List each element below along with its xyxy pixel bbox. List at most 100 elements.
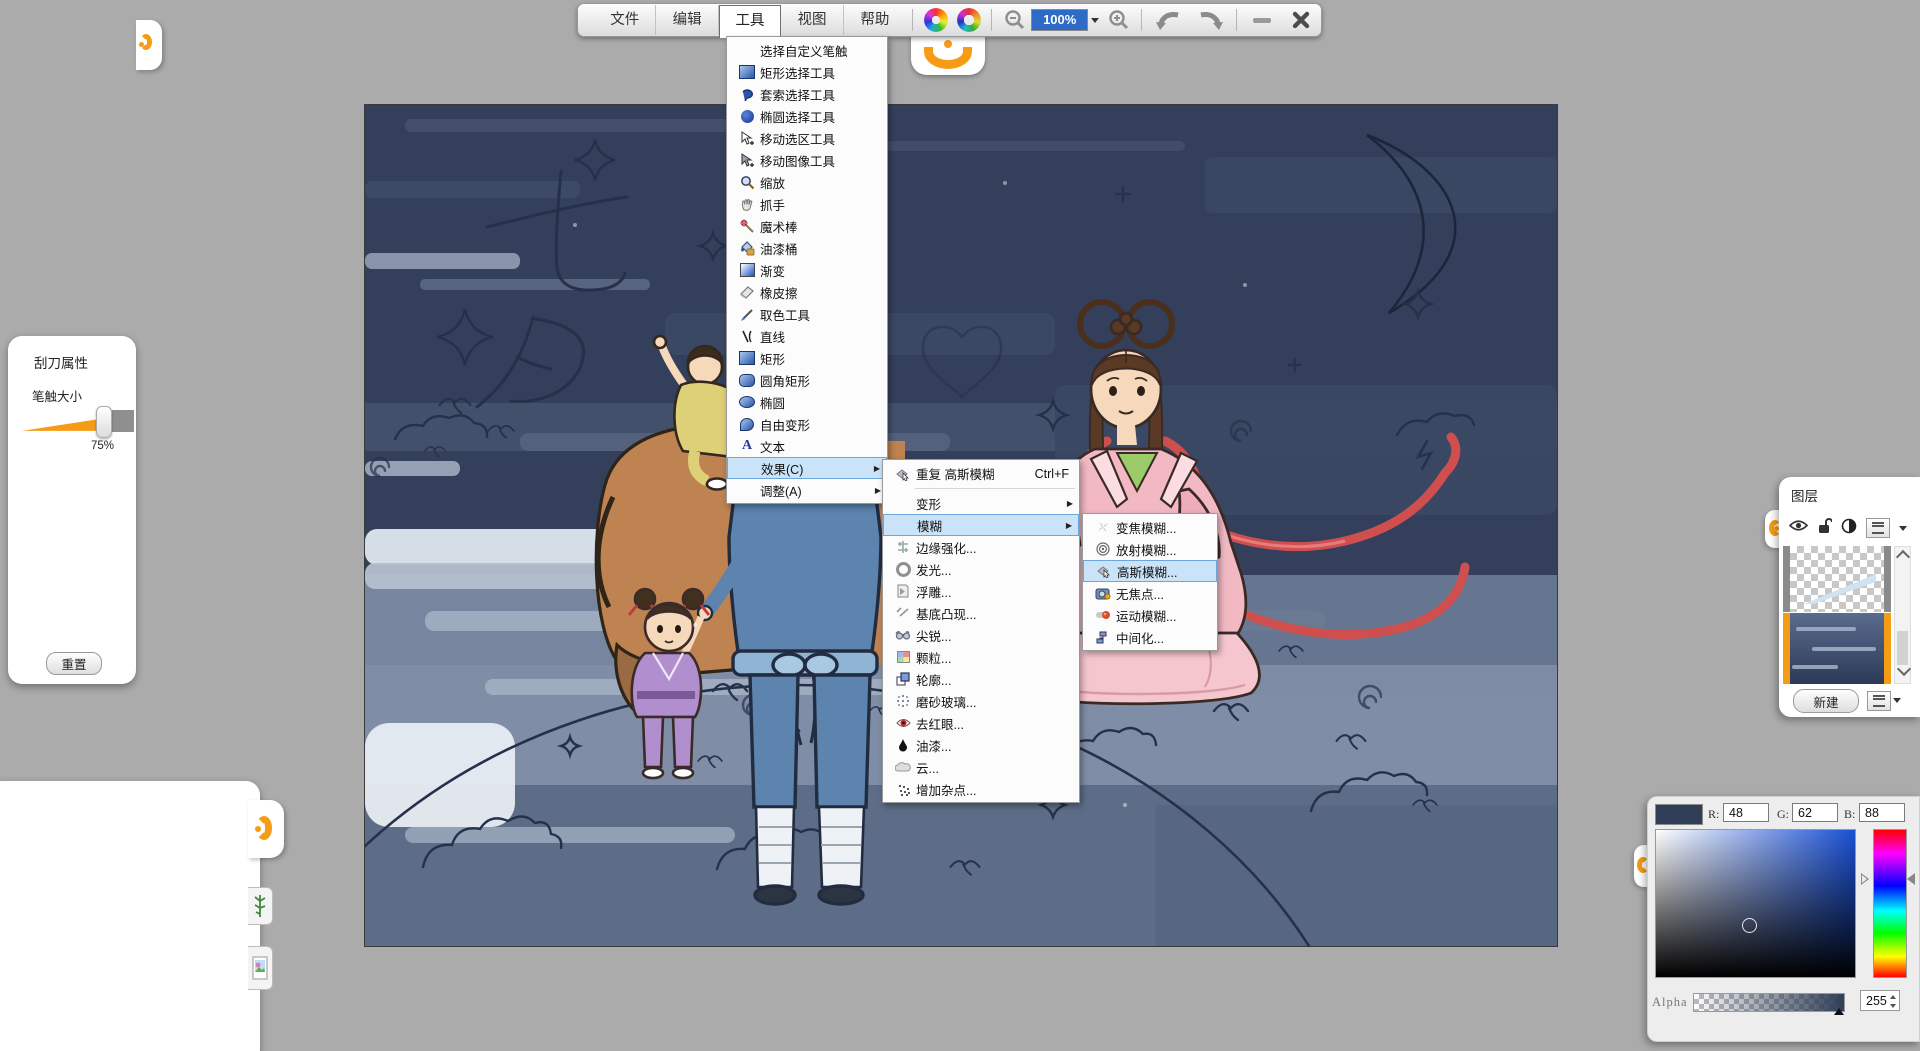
hand-icon: [739, 196, 755, 212]
lasso-icon: [739, 86, 755, 102]
alpha-spin-up-icon[interactable]: [1888, 992, 1898, 1001]
layer-options-caret[interactable]: [1893, 698, 1901, 703]
menu-view[interactable]: 视图: [781, 5, 843, 35]
blur-menu-item[interactable]: 中间化...: [1083, 626, 1217, 648]
effects-menu-item[interactable]: 重复 高斯模糊Ctrl+F: [883, 462, 1079, 485]
tools-menu-item[interactable]: 魔术棒: [727, 215, 887, 237]
layer-options-icon[interactable]: [1867, 691, 1891, 711]
effects-menu-item[interactable]: 轮廓...: [883, 668, 1079, 690]
blur-menu-item[interactable]: 无焦点...: [1083, 582, 1217, 604]
effects-menu-item[interactable]: 基底凸现...: [883, 602, 1079, 624]
tools-menu-item[interactable]: 圆角矩形: [727, 369, 887, 391]
layer-item-sky-selected[interactable]: [1783, 613, 1891, 684]
scroll-thumb[interactable]: [1897, 631, 1908, 665]
tools-menu-item[interactable]: 椭圆选择工具: [727, 105, 887, 127]
blur-menu-item[interactable]: 变焦模糊...: [1083, 516, 1217, 538]
redo-icon[interactable]: [1189, 6, 1230, 34]
color-marker[interactable]: [1742, 918, 1757, 933]
zoom-in-icon[interactable]: [1102, 6, 1135, 34]
tools-menu-item[interactable]: 渐变: [727, 259, 887, 281]
g-label: G:: [1777, 807, 1789, 822]
toolbar-collapse-handle[interactable]: [911, 35, 985, 75]
close-icon[interactable]: [1282, 6, 1321, 34]
effects-menu-item[interactable]: 去红眼...: [883, 712, 1079, 734]
effects-menu-item[interactable]: 增加杂点...: [883, 778, 1079, 800]
tools-menu-item[interactable]: 橡皮擦: [727, 281, 887, 303]
blur-menu-item-gaussian[interactable]: 高斯模糊...: [1083, 560, 1217, 582]
contour-icon: [895, 671, 911, 687]
bamboo-pen-tab[interactable]: [248, 887, 273, 925]
menu-file[interactable]: 文件: [594, 5, 656, 35]
tools-menu-item[interactable]: 自由变形: [727, 413, 887, 435]
palette-roundel-icon[interactable]: [919, 6, 952, 34]
tools-menu-item-adjust[interactable]: 调整(A)▶: [727, 479, 887, 501]
alpha-spin-down-icon[interactable]: [1888, 1001, 1898, 1010]
effects-menu-item[interactable]: 油漆...: [883, 734, 1079, 756]
tools-menu-item[interactable]: 移动图像工具: [727, 149, 887, 171]
toolbar-separator: [1141, 9, 1142, 31]
reset-button[interactable]: 重置: [46, 652, 102, 675]
eye-icon[interactable]: [1789, 519, 1808, 537]
slider-thumb[interactable]: [96, 406, 112, 438]
minimize-icon[interactable]: [1243, 6, 1282, 34]
effects-menu-item[interactable]: 发光...: [883, 558, 1079, 580]
alpha-slider[interactable]: [1693, 993, 1845, 1012]
hue-marker-left[interactable]: [1861, 873, 1869, 885]
tools-menu-item[interactable]: 套索选择工具: [727, 83, 887, 105]
layer-menu-caret[interactable]: [1899, 526, 1907, 531]
saturation-value-square[interactable]: [1655, 829, 1856, 978]
tools-menu-item-effects[interactable]: 效果(C)▶: [727, 457, 887, 479]
zoom-level-field[interactable]: 100%: [1031, 9, 1088, 31]
r-input[interactable]: 48: [1723, 803, 1769, 822]
tools-menu-item[interactable]: 抓手: [727, 193, 887, 215]
blur-menu-item[interactable]: 放射模糊...: [1083, 538, 1217, 560]
scroll-up-icon[interactable]: [1895, 550, 1909, 564]
effects-menu-item-blur[interactable]: 模糊▶: [883, 514, 1079, 536]
tools-menu-item[interactable]: 移动选区工具: [727, 127, 887, 149]
tools-menu-item[interactable]: 直线: [727, 325, 887, 347]
tools-menu-item[interactable]: 缩放: [727, 171, 887, 193]
tools-menu-item[interactable]: 取色工具: [727, 303, 887, 325]
effects-menu-item[interactable]: 颗粒...: [883, 646, 1079, 668]
layer-menu-icon[interactable]: [1866, 518, 1890, 538]
g-input[interactable]: 62: [1792, 803, 1838, 822]
tools-menu-item[interactable]: 矩形选择工具: [727, 61, 887, 83]
b-input[interactable]: 88: [1859, 803, 1905, 822]
blur-menu-item[interactable]: 运动模糊...: [1083, 604, 1217, 626]
undo-icon[interactable]: [1148, 6, 1189, 34]
tools-menu-item[interactable]: 椭圆: [727, 391, 887, 413]
effects-menu-item[interactable]: 尖锐...: [883, 624, 1079, 646]
hue-strip[interactable]: [1873, 829, 1907, 978]
brush-size-label: 笔触大小: [32, 386, 82, 405]
text-tool-icon: A: [739, 438, 755, 454]
scraper-panel-collapse-handle[interactable]: [136, 20, 162, 70]
zoom-out-icon[interactable]: [998, 6, 1031, 34]
layer-item-top[interactable]: [1783, 546, 1891, 612]
layer-scrollbar[interactable]: [1894, 546, 1911, 684]
tools-menu-item[interactable]: 选择自定义笔触: [727, 39, 887, 61]
lock-icon[interactable]: [1817, 517, 1832, 539]
effects-menu-item[interactable]: 云...: [883, 756, 1079, 778]
current-color-swatch: [1655, 804, 1703, 825]
picture-tab[interactable]: [248, 946, 273, 990]
effects-menu-item[interactable]: 浮雕...: [883, 580, 1079, 602]
tools-menu-item[interactable]: 油漆桶: [727, 237, 887, 259]
new-layer-button[interactable]: 新建: [1793, 689, 1859, 713]
menu-tools[interactable]: 工具: [719, 5, 781, 38]
tools-menu-item[interactable]: 矩形: [727, 347, 887, 369]
zoom-dropdown-caret[interactable]: [1091, 18, 1099, 23]
opacity-icon[interactable]: [1841, 518, 1857, 539]
hue-marker-right[interactable]: [1907, 873, 1915, 885]
effects-menu-item[interactable]: 磨砂玻璃...: [883, 690, 1079, 712]
menu-edit[interactable]: 编辑: [656, 5, 718, 35]
brush-size-slider[interactable]: [22, 408, 134, 434]
color-wheel-icon[interactable]: [952, 6, 985, 34]
effects-menu-item[interactable]: 边缘强化...: [883, 536, 1079, 558]
palette-collapse-handle[interactable]: [248, 800, 284, 858]
tools-menu-item[interactable]: A文本: [727, 435, 887, 457]
effects-menu-item-transform[interactable]: 变形▶: [883, 492, 1079, 514]
menu-help[interactable]: 帮助: [844, 5, 906, 35]
zoom-level-value: 100%: [1032, 10, 1087, 30]
add-noise-icon: [897, 783, 910, 795]
alpha-marker[interactable]: [1834, 1008, 1844, 1015]
